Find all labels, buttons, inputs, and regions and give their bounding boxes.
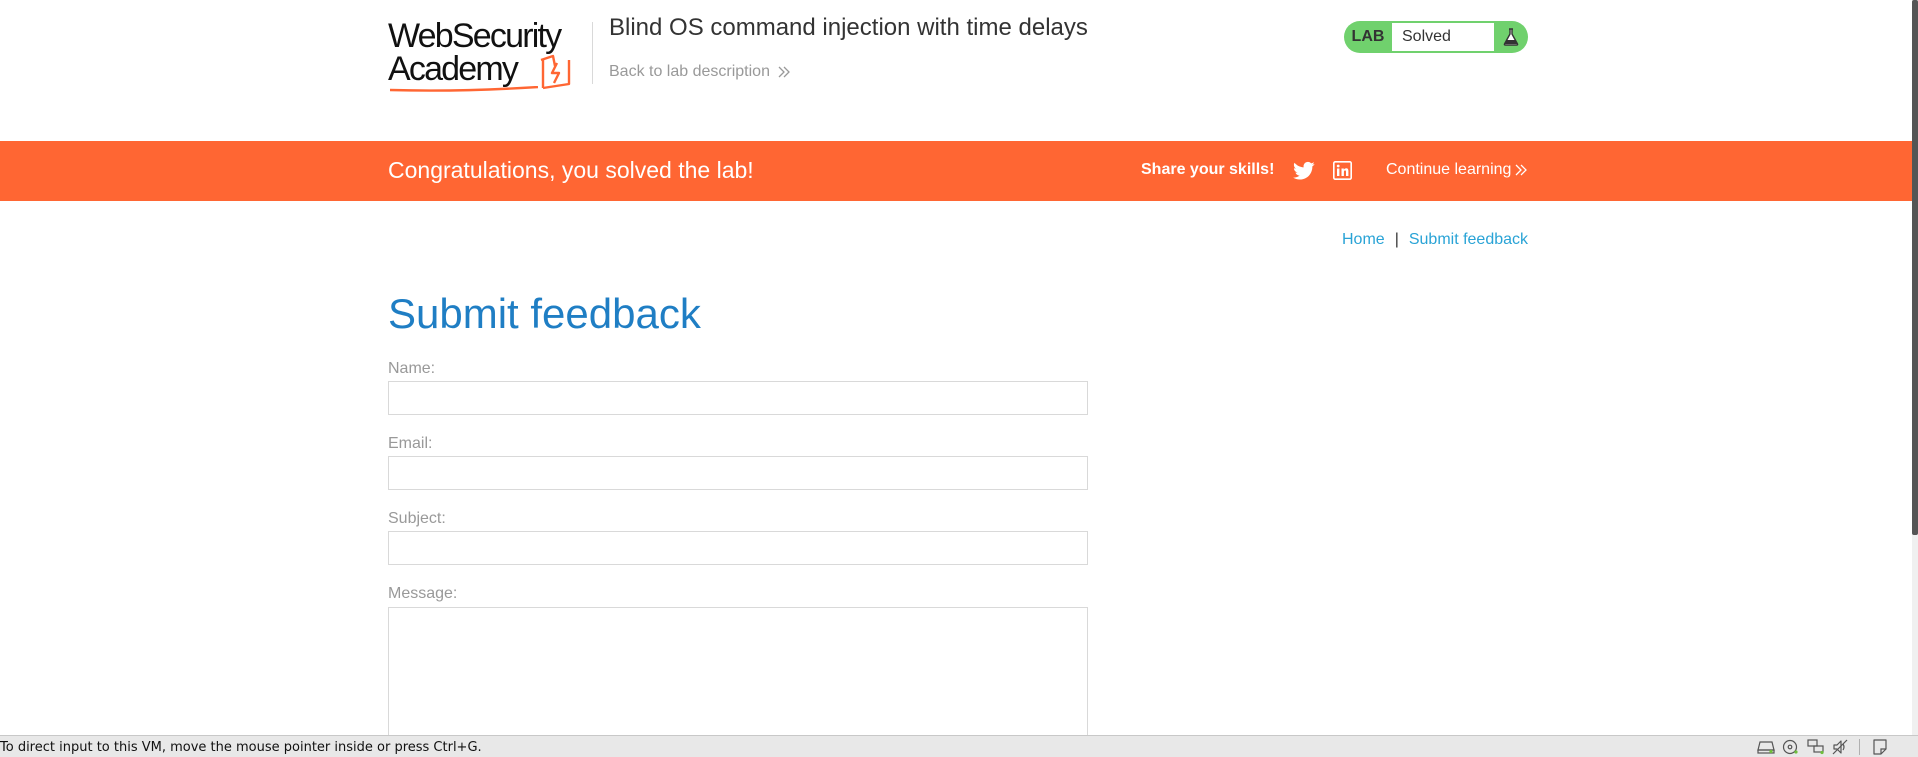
message-label: Message: bbox=[388, 585, 458, 602]
linkedin-icon[interactable] bbox=[1333, 161, 1352, 180]
twitter-icon[interactable] bbox=[1293, 161, 1315, 181]
status-divider bbox=[1859, 739, 1860, 755]
home-link[interactable]: Home bbox=[1342, 231, 1385, 248]
submit-feedback-link[interactable]: Submit feedback bbox=[1409, 231, 1528, 248]
web-security-academy-logo[interactable]: WebSecurity Academy bbox=[388, 16, 588, 94]
audio-icon[interactable] bbox=[1832, 739, 1850, 755]
name-label: Name: bbox=[388, 360, 436, 377]
page-title: Submit feedback bbox=[388, 290, 701, 337]
solved-banner: Congratulations, you solved the lab! Sha… bbox=[0, 141, 1912, 201]
nav-separator: | bbox=[1394, 231, 1399, 248]
scrollbar-thumb[interactable] bbox=[1912, 0, 1918, 535]
name-field[interactable] bbox=[388, 381, 1088, 415]
optical-drive-icon[interactable] bbox=[1782, 739, 1800, 755]
network-icon[interactable] bbox=[1807, 739, 1825, 755]
subject-field[interactable] bbox=[388, 531, 1088, 565]
congratulations-message: Congratulations, you solved the lab! bbox=[388, 157, 754, 183]
double-chevron-right-icon bbox=[778, 66, 790, 78]
share-skills-label: Share your skills! bbox=[1141, 161, 1275, 178]
flask-icon bbox=[1494, 21, 1528, 53]
double-chevron-right-icon bbox=[1515, 164, 1528, 176]
email-label: Email: bbox=[388, 435, 433, 452]
vm-status-bar: To direct input to this VM, move the mou… bbox=[0, 735, 1918, 757]
lightning-bolt-icon bbox=[540, 54, 571, 90]
email-field[interactable] bbox=[388, 456, 1088, 490]
logo-text-line2: Academy bbox=[388, 50, 519, 88]
lab-status-widget: LAB Solved bbox=[1344, 21, 1528, 53]
notes-icon[interactable] bbox=[1872, 739, 1890, 755]
header-divider bbox=[592, 22, 593, 84]
subject-label: Subject: bbox=[388, 510, 446, 527]
browser-page: WebSecurity Academy Blind OS command inj… bbox=[0, 0, 1918, 757]
lab-status-text: Solved bbox=[1392, 23, 1494, 51]
lab-tag: LAB bbox=[1351, 28, 1385, 45]
back-link-label: Back to lab description bbox=[609, 63, 770, 80]
continue-learning-label: Continue learning bbox=[1386, 161, 1512, 178]
vm-input-hint: To direct input to this VM, move the mou… bbox=[0, 740, 482, 755]
continue-learning-link[interactable]: Continue learning bbox=[1386, 161, 1528, 179]
header: WebSecurity Academy Blind OS command inj… bbox=[0, 0, 1912, 140]
hard-disk-icon[interactable] bbox=[1757, 739, 1775, 755]
back-to-lab-description-link[interactable]: Back to lab description bbox=[609, 63, 790, 81]
top-nav: Home | Submit feedback bbox=[1342, 231, 1528, 249]
lab-title: Blind OS command injection with time del… bbox=[609, 14, 1088, 41]
message-field[interactable] bbox=[388, 607, 1088, 737]
logo-underline-icon bbox=[390, 86, 538, 92]
logo-text-line1: WebSecurity bbox=[388, 17, 562, 55]
